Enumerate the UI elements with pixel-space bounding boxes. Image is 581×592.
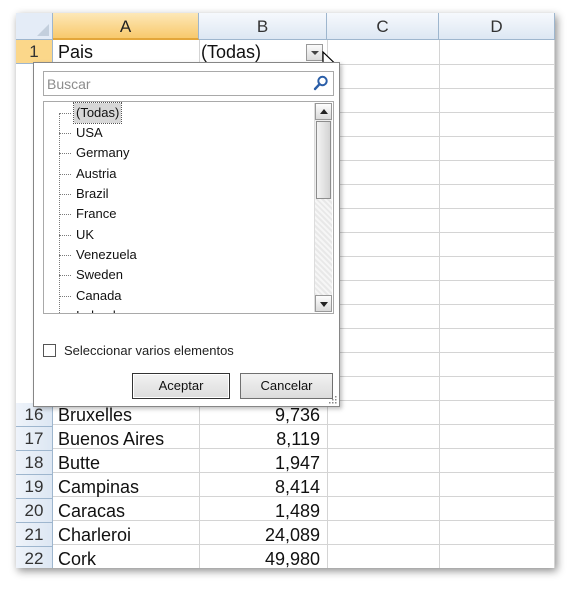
cell-value[interactable]: 8,119 [199,427,320,451]
scroll-up-button[interactable] [315,103,332,120]
cancel-button[interactable]: Cancelar [240,373,333,399]
filter-item-brazil[interactable]: Brazil [59,184,111,204]
cell-city[interactable]: Butte [58,451,100,475]
search-input[interactable] [44,72,309,95]
cell-value[interactable]: 1,947 [199,451,320,475]
filter-item-todas[interactable]: (Todas) [59,102,123,124]
cell-value[interactable]: 24,089 [199,523,320,547]
scroll-down-button[interactable] [315,295,332,312]
cell-value[interactable]: 1,489 [199,499,320,523]
column-header-d[interactable]: D [439,13,555,40]
filter-dropdown-button[interactable] [306,44,323,61]
cell-city[interactable]: Cork [58,547,96,568]
cell-a1-pais[interactable]: Pais [58,40,93,64]
filter-item-canada[interactable]: Canada [59,286,124,306]
cell-value[interactable]: 49,980 [199,547,320,568]
spreadsheet: A B C D 1 Pais (Todas) 16 Bruxelles 9,73… [16,13,555,568]
scroll-thumb[interactable] [316,121,331,199]
chevron-down-icon [311,51,319,55]
arrow-down-icon [320,302,328,307]
filter-item-uk[interactable]: UK [59,225,96,245]
multi-select-option[interactable]: Seleccionar varios elementos [43,343,234,359]
arrow-up-icon [320,109,328,114]
cell-value[interactable]: 8,414 [199,475,320,499]
row-header-20[interactable]: 20 [16,499,53,523]
filter-item-list[interactable]: (Todas) USA Germany Austria Brazil Franc… [43,101,334,314]
cell-city[interactable]: Campinas [58,475,139,499]
cell-city[interactable]: Buenos Aires [58,427,164,451]
resize-grip-icon[interactable] [329,396,337,404]
list-scrollbar[interactable] [314,103,332,312]
filter-item-germany[interactable]: Germany [59,143,131,163]
row-header-1[interactable]: 1 [16,40,53,64]
row-header-21[interactable]: 21 [16,523,53,547]
filter-item-france[interactable]: France [59,204,118,224]
scroll-track[interactable] [315,199,332,295]
search-box[interactable] [43,71,334,96]
row-header-17[interactable]: 17 [16,427,53,451]
filter-item-austria[interactable]: Austria [59,164,118,184]
filter-dropdown-panel: (Todas) USA Germany Austria Brazil Franc… [33,62,340,407]
cell-city[interactable]: Charleroi [58,523,131,547]
filter-item-sweden[interactable]: Sweden [59,265,125,285]
column-header-b[interactable]: B [199,13,327,40]
accept-button[interactable]: Aceptar [132,373,230,399]
column-header-c[interactable]: C [327,13,439,40]
row-header-18[interactable]: 18 [16,451,53,475]
select-all-corner[interactable] [16,13,53,40]
filter-item-ireland[interactable]: Ireland [59,306,118,313]
row-header-19[interactable]: 19 [16,475,53,499]
magnifier-icon[interactable] [313,75,329,91]
multi-select-label: Seleccionar varios elementos [64,343,234,358]
multi-select-checkbox[interactable] [43,344,56,357]
filter-item-usa[interactable]: USA [59,123,105,143]
cell-b1-filter-value[interactable]: (Todas) [201,40,261,64]
filter-item-venezuela[interactable]: Venezuela [59,245,139,265]
cell-city[interactable]: Caracas [58,499,125,523]
row-header-22[interactable]: 22 [16,547,53,568]
column-header-a[interactable]: A [53,13,199,40]
